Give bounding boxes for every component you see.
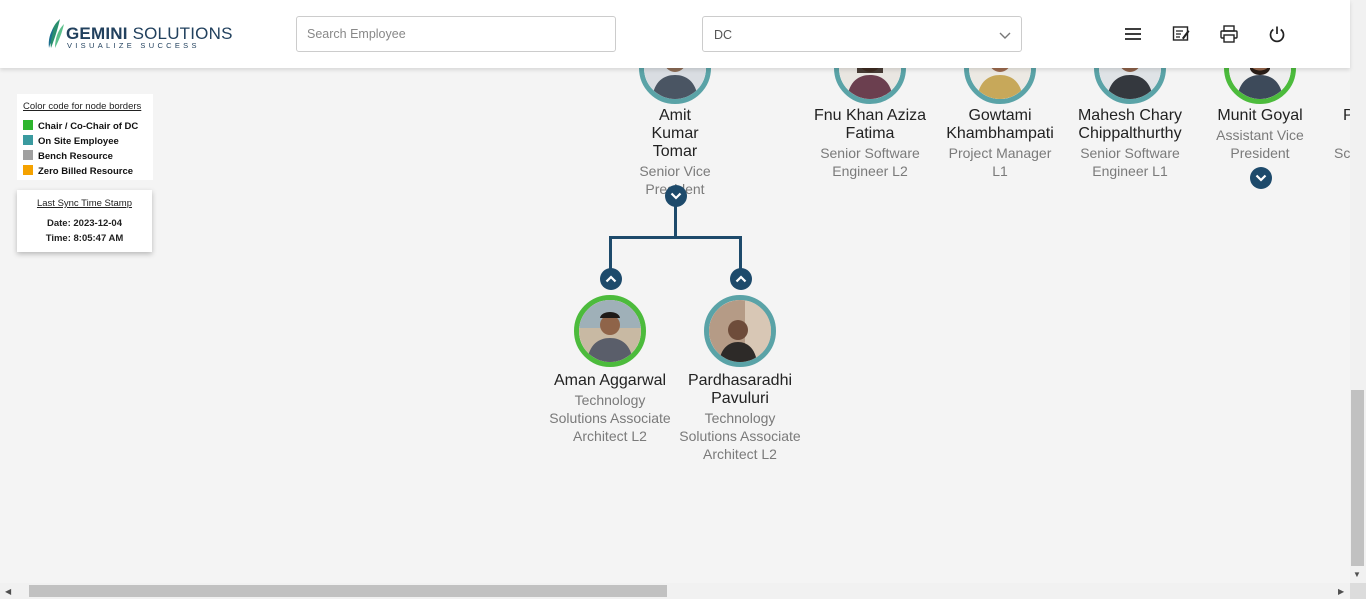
- node-role: Senior Software Engineer L2: [820, 145, 920, 179]
- app-header: GEMINI SOLUTIONS VISUALIZE SUCCESS DC: [0, 0, 1350, 68]
- chevron-up-icon: [735, 275, 747, 283]
- print-icon[interactable]: [1219, 24, 1239, 44]
- sync-timestamp-card: Last Sync Time Stamp Date: 2023-12-04 Ti…: [17, 190, 152, 252]
- notes-icon[interactable]: [1171, 24, 1191, 44]
- expand-chevron[interactable]: [1250, 167, 1272, 189]
- org-node[interactable]: Pardhasaradhi Pavuluri Technology Soluti…: [675, 372, 805, 463]
- legend-title: Color code for node borders: [23, 101, 142, 112]
- avatar[interactable]: [574, 295, 646, 367]
- scroll-right-arrow-icon[interactable]: ▶: [1338, 587, 1344, 596]
- search-employee-input[interactable]: [296, 16, 616, 52]
- connector-line: [609, 236, 742, 239]
- org-node[interactable]: Munit Goyal Assistant Vice President: [1195, 107, 1325, 162]
- node-role: Senior Software Engineer L1: [1080, 145, 1180, 179]
- chevron-down-icon: [999, 32, 1011, 39]
- horizontal-scroll-thumb[interactable]: [29, 585, 667, 597]
- connector-line: [739, 236, 742, 270]
- legend-item-bench: Bench Resource: [23, 150, 113, 162]
- node-name: Aman Aggarwal: [553, 372, 667, 389]
- gemini-logo[interactable]: GEMINI SOLUTIONS VISUALIZE SUCCESS: [46, 18, 232, 52]
- power-icon[interactable]: [1267, 24, 1287, 44]
- org-node[interactable]: Aman Aggarwal Technology Solutions Assoc…: [545, 372, 675, 445]
- border-color-legend: Color code for node borders Chair / Co-C…: [17, 94, 153, 180]
- dc-select[interactable]: DC: [702, 16, 1022, 52]
- legend-swatch: [23, 120, 33, 130]
- sync-time: Time: 8:05:47 AM: [45, 233, 124, 244]
- legend-swatch: [23, 135, 33, 145]
- chevron-up-icon: [605, 275, 617, 283]
- sync-date: Date: 2023-12-04: [47, 218, 122, 229]
- org-node[interactable]: Mahesh Chary Chippalthurthy Senior Softw…: [1065, 107, 1195, 180]
- brand-tagline: VISUALIZE SUCCESS: [67, 41, 200, 50]
- org-node[interactable]: Gowtami Khambhampati Project Manager L1: [935, 107, 1065, 180]
- vertical-scroll-thumb[interactable]: [1351, 390, 1364, 566]
- dc-select-value: DC: [714, 28, 733, 42]
- collapse-chevron[interactable]: [730, 268, 752, 290]
- node-role: Assistant Vice President: [1216, 127, 1304, 161]
- node-name: Mahesh Chary Chippalthurthy: [1077, 107, 1183, 142]
- connector-line: [609, 236, 612, 270]
- sync-title: Last Sync Time Stamp: [36, 198, 133, 209]
- legend-item-zero-billed: Zero Billed Resource: [23, 165, 133, 177]
- chevron-down-icon: [1255, 174, 1267, 182]
- node-role: Technology Solutions Associate Architect…: [549, 392, 671, 444]
- node-role: Technology Solutions Associate Architect…: [679, 410, 801, 462]
- node-name: Gowtami Khambhampati: [946, 107, 1054, 142]
- org-node[interactable]: Fnu Khan Aziza Fatima Senior Software En…: [805, 107, 935, 180]
- menu-icon[interactable]: [1123, 24, 1143, 44]
- legend-item-onsite: On Site Employee: [23, 135, 119, 147]
- chevron-down-icon: [670, 192, 682, 200]
- node-role: Project Manager L1: [948, 145, 1052, 179]
- node-name: Pardhasaradhi Pavuluri: [687, 372, 793, 407]
- node-name: Fnu Khan Aziza Fatima: [813, 107, 927, 142]
- legend-swatch: [23, 165, 33, 175]
- scroll-left-arrow-icon[interactable]: ◀: [5, 587, 11, 596]
- node-name: Amit Kumar Tomar: [651, 107, 699, 160]
- scroll-down-arrow-icon[interactable]: ▼: [1353, 570, 1361, 579]
- node-name: Munit Goyal: [1217, 107, 1303, 124]
- legend-item-chair: Chair / Co-Chair of DC: [23, 120, 138, 132]
- leaf-icon: [48, 19, 64, 48]
- legend-swatch: [23, 150, 33, 160]
- scrollbar-corner: [1350, 583, 1366, 599]
- avatar[interactable]: [704, 295, 776, 367]
- collapse-chevron[interactable]: [665, 185, 687, 207]
- connector-line: [674, 205, 677, 238]
- collapse-chevron[interactable]: [600, 268, 622, 290]
